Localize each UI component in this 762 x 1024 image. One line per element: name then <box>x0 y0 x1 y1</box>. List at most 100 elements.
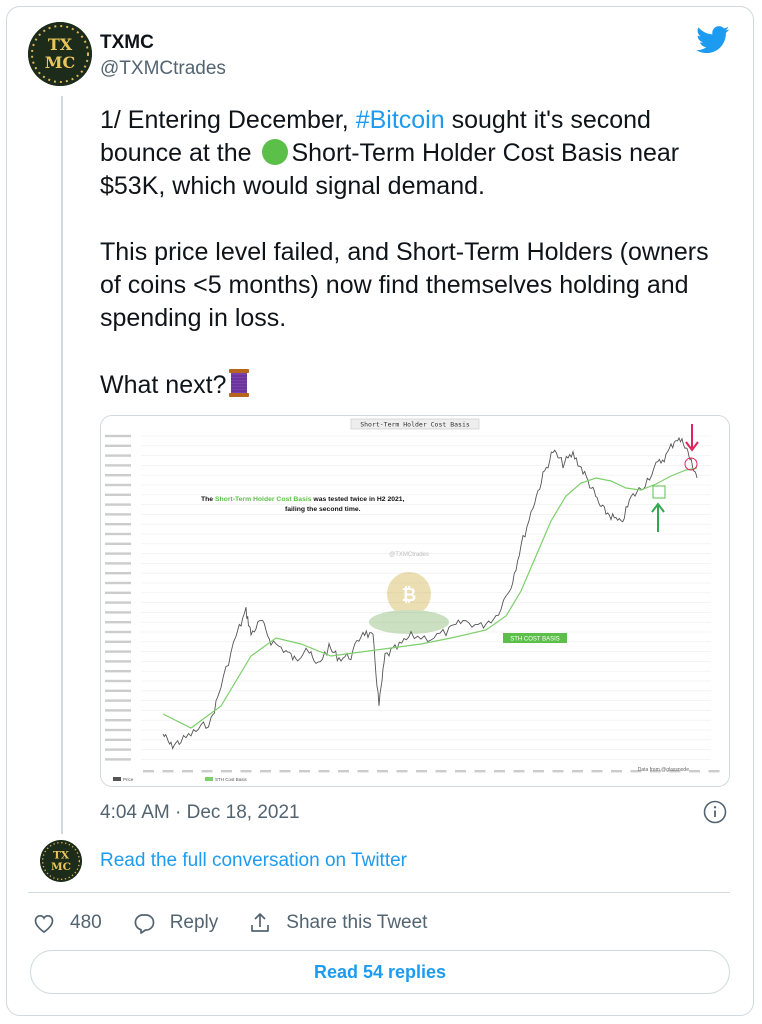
y-tick-mark <box>105 621 131 624</box>
y-tick-mark <box>105 660 131 663</box>
sth-cost-basis-chart: Short-Term Holder Cost Basis ₿ @TXMCtrad… <box>101 416 729 786</box>
y-tick-mark <box>105 464 131 467</box>
read-replies-button[interactable]: Read 54 replies <box>30 950 730 994</box>
y-tick-mark <box>105 611 131 614</box>
x-tick-mark <box>708 770 720 773</box>
y-tick-mark <box>105 572 131 575</box>
reply-label: Reply <box>169 912 219 933</box>
x-tick-mark <box>279 770 291 773</box>
green-circle-emoji <box>262 139 289 165</box>
y-tick-mark <box>105 444 131 447</box>
svg-text:MC: MC <box>45 53 75 72</box>
chart-image[interactable]: Short-Term Holder Cost Basis ₿ @TXMCtrad… <box>100 415 730 787</box>
tweet-actions: 480 Reply Share this Tweet <box>32 908 457 938</box>
x-tick-mark <box>240 770 252 773</box>
y-tick-mark <box>105 630 131 634</box>
x-tick-mark <box>182 770 193 773</box>
y-tick-mark <box>105 552 131 555</box>
x-tick-mark <box>435 770 447 773</box>
y-tick-mark <box>105 709 131 712</box>
y-tick-mark <box>105 434 131 438</box>
reply-button[interactable]: Reply <box>132 911 219 935</box>
x-tick-mark <box>611 770 622 773</box>
twitter-bird-icon[interactable] <box>696 26 730 54</box>
tweet-paragraph-1: 1/ Entering December, #Bitcoin sought it… <box>100 106 680 200</box>
y-tick-mark <box>105 532 131 536</box>
y-tick-mark <box>105 483 131 487</box>
reply-bubble-icon <box>134 914 154 934</box>
thread-line <box>61 96 63 834</box>
svg-text:TX: TX <box>53 849 70 861</box>
x-tick-mark <box>533 770 544 773</box>
x-tick-mark <box>357 770 369 773</box>
x-tick-mark <box>591 770 603 773</box>
y-tick-mark <box>105 650 131 653</box>
y-tick-mark <box>105 679 131 683</box>
x-tick-mark <box>201 770 213 773</box>
y-tick-mark <box>105 670 131 673</box>
bitcoin-hashtag-link[interactable]: #Bitcoin <box>356 106 445 134</box>
x-tick-mark <box>318 770 330 773</box>
y-tick-mark <box>105 728 131 732</box>
y-tick-mark <box>105 474 131 477</box>
y-tick-mark <box>105 542 131 545</box>
chart-annotation: The Short-Term Holder Cost Basis was tes… <box>201 496 405 503</box>
y-tick-mark <box>105 454 131 457</box>
y-tick-mark <box>105 493 131 496</box>
svg-text:MC: MC <box>51 861 71 873</box>
read-conversation-link[interactable]: Read the full conversation on Twitter <box>100 850 407 872</box>
chart-annotation-line2: failing the second time. <box>285 506 361 513</box>
svg-text:TX: TX <box>48 35 73 54</box>
sth-label: STH COST BASIS <box>510 637 560 643</box>
share-icon <box>251 913 270 932</box>
x-tick-mark <box>474 770 486 773</box>
info-icon[interactable] <box>703 800 727 824</box>
x-tick-mark <box>494 770 505 773</box>
legend-price: Price <box>123 777 134 782</box>
y-tick-mark <box>105 601 131 604</box>
x-tick-mark <box>455 770 466 773</box>
author-avatar[interactable]: TX MC <box>28 22 92 86</box>
like-button[interactable]: 480 <box>32 911 102 935</box>
y-tick-mark <box>105 758 131 761</box>
x-tick-mark <box>143 770 154 773</box>
x-tick-mark <box>572 770 583 773</box>
share-label: Share this Tweet <box>286 912 428 933</box>
x-tick-mark <box>299 770 310 773</box>
x-tick-mark <box>221 770 232 773</box>
y-tick-mark <box>105 562 131 565</box>
divider <box>28 892 730 893</box>
tweet-body: 1/ Entering December, #Bitcoin sought it… <box>100 104 730 435</box>
y-tick-mark <box>105 581 131 585</box>
author-name[interactable]: TXMC <box>100 32 154 54</box>
y-tick-mark <box>105 503 131 506</box>
x-tick-mark <box>416 770 427 773</box>
x-tick-mark <box>552 770 564 773</box>
legend-sth: STH Cost Basis <box>215 777 248 782</box>
data-source-label: Data from @glassnode <box>638 767 689 773</box>
y-tick-mark <box>105 523 131 526</box>
y-tick-mark <box>105 689 131 692</box>
tweet-paragraph-2: This price level failed, and Short-Term … <box>100 238 709 332</box>
like-count: 480 <box>70 912 102 933</box>
watermark-handle: @TXMCtrades <box>389 552 429 558</box>
author-handle[interactable]: @TXMCtrades <box>100 58 226 80</box>
x-tick-mark <box>396 770 408 773</box>
x-tick-mark <box>377 770 388 773</box>
author-avatar-small[interactable]: TX MC <box>40 840 82 882</box>
x-tick-mark <box>260 770 271 773</box>
x-tick-mark <box>689 770 700 773</box>
y-tick-mark <box>105 591 131 594</box>
heart-icon <box>34 914 54 934</box>
tweet-timestamp[interactable]: 4:04 AM · Dec 18, 2021 <box>100 802 300 824</box>
x-tick-mark <box>513 770 525 773</box>
x-tick-mark <box>162 770 174 773</box>
chart-title: Short-Term Holder Cost Basis <box>360 421 470 429</box>
y-tick-mark <box>105 699 131 702</box>
svg-text:₿: ₿ <box>402 585 417 606</box>
y-tick-mark <box>105 719 131 722</box>
share-button[interactable]: Share this Tweet <box>248 911 427 935</box>
tweet-paragraph-3: What next? <box>100 368 730 402</box>
y-tick-mark <box>105 640 131 643</box>
y-tick-mark <box>105 748 131 751</box>
